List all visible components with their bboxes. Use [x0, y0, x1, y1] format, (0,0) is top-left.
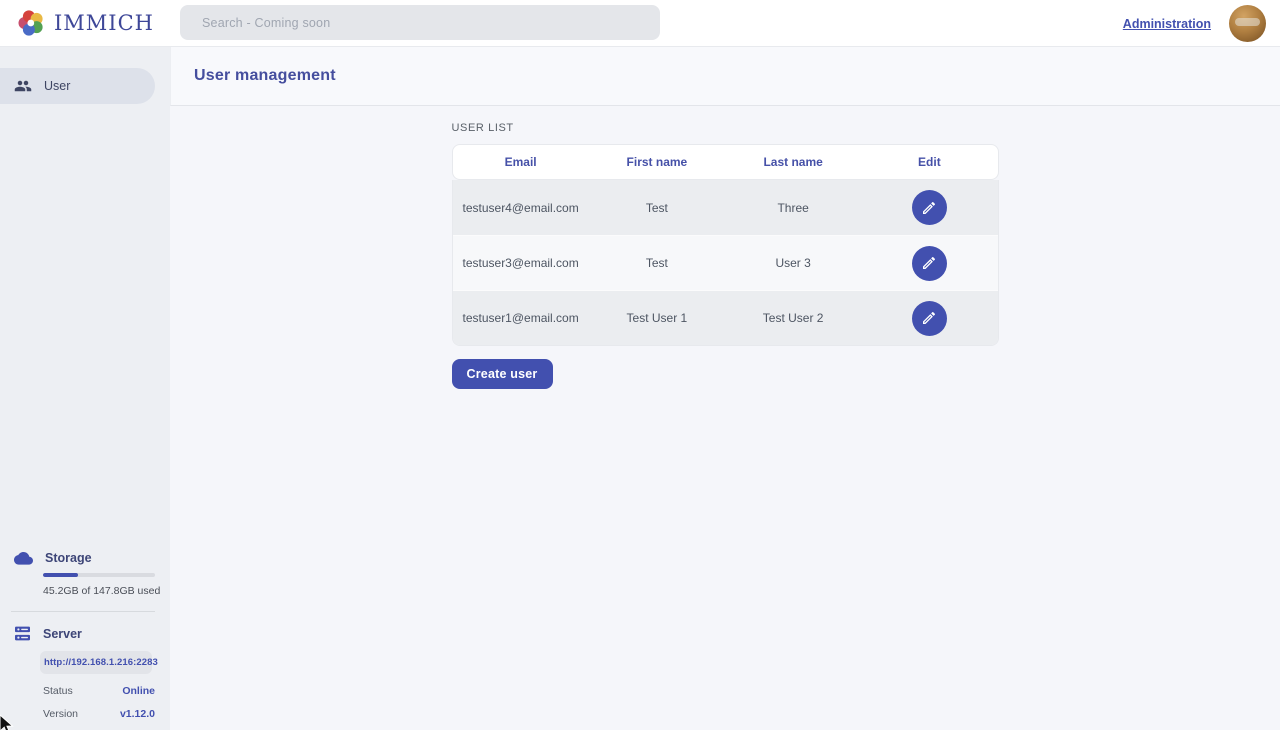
- pencil-icon: [921, 200, 937, 216]
- app-title: IMMICH: [54, 11, 154, 35]
- user-avatar[interactable]: [1229, 5, 1266, 42]
- sidebar-divider: [11, 611, 155, 612]
- server-section: Server http://192.168.1.216:2283 Status …: [0, 626, 170, 720]
- app-logo[interactable]: IMMICH: [0, 8, 154, 38]
- cell-last-name: Three: [725, 201, 861, 215]
- search-input[interactable]: Search - Coming soon: [180, 5, 660, 40]
- server-url-badge: http://192.168.1.216:2283: [40, 651, 152, 674]
- storage-progress-bar: [43, 573, 155, 577]
- storage-title: Storage: [45, 551, 92, 565]
- column-header-last-name: Last name: [725, 155, 861, 169]
- users-icon: [14, 77, 32, 95]
- server-title: Server: [43, 627, 82, 641]
- table-row: testuser3@email.com Test User 3: [453, 235, 998, 290]
- server-status-row: Status Online: [43, 685, 155, 697]
- version-value: v1.12.0: [120, 708, 155, 720]
- column-header-email: Email: [453, 155, 589, 169]
- status-value: Online: [122, 685, 155, 697]
- sidebar-item-label: User: [44, 79, 70, 93]
- cell-email: testuser3@email.com: [453, 256, 589, 270]
- sidebar-status-panel: Storage 45.2GB of 147.8GB used Server: [0, 550, 170, 720]
- administration-link[interactable]: Administration: [1123, 17, 1211, 31]
- cell-last-name: User 3: [725, 256, 861, 270]
- version-label: Version: [43, 708, 78, 720]
- column-header-first-name: First name: [589, 155, 725, 169]
- pencil-icon: [921, 310, 937, 326]
- sidebar: User Storage 45.2GB of 147.8GB used: [0, 47, 170, 730]
- server-icon: [14, 626, 31, 641]
- immich-flower-icon: [16, 8, 46, 38]
- storage-section: Storage 45.2GB of 147.8GB used: [0, 550, 170, 597]
- page-header: User management: [170, 47, 1280, 106]
- storage-progress-fill: [43, 573, 78, 577]
- storage-usage-text: 45.2GB of 147.8GB used: [43, 585, 170, 597]
- cell-email: testuser4@email.com: [453, 201, 589, 215]
- sidebar-item-user[interactable]: User: [0, 68, 155, 104]
- column-header-edit: Edit: [861, 155, 997, 169]
- user-table-body: testuser4@email.com Test Three testuser3…: [452, 180, 999, 346]
- cloud-icon: [14, 550, 33, 565]
- user-table: Email First name Last name Edit testuser…: [452, 144, 999, 346]
- create-user-button[interactable]: Create user: [452, 359, 553, 389]
- edit-user-button[interactable]: [912, 190, 947, 225]
- cell-first-name: Test: [589, 201, 725, 215]
- page-title: User management: [194, 67, 336, 85]
- cell-last-name: Test User 2: [725, 311, 861, 325]
- pencil-icon: [921, 255, 937, 271]
- mouse-cursor: [0, 714, 17, 730]
- main-content: User management USER LIST Email First na…: [170, 47, 1280, 730]
- top-bar: IMMICH Search - Coming soon Administrati…: [0, 0, 1280, 47]
- cell-first-name: Test User 1: [589, 311, 725, 325]
- server-version-row: Version v1.12.0: [43, 708, 155, 720]
- edit-user-button[interactable]: [912, 301, 947, 336]
- cell-first-name: Test: [589, 256, 725, 270]
- status-label: Status: [43, 685, 73, 697]
- edit-user-button[interactable]: [912, 246, 947, 281]
- cell-email: testuser1@email.com: [453, 311, 589, 325]
- table-row: testuser1@email.com Test User 1 Test Use…: [453, 290, 998, 345]
- search-placeholder: Search - Coming soon: [202, 16, 330, 30]
- table-header-row: Email First name Last name Edit: [452, 144, 999, 180]
- table-row: testuser4@email.com Test Three: [453, 180, 998, 235]
- user-list-label: USER LIST: [452, 122, 999, 134]
